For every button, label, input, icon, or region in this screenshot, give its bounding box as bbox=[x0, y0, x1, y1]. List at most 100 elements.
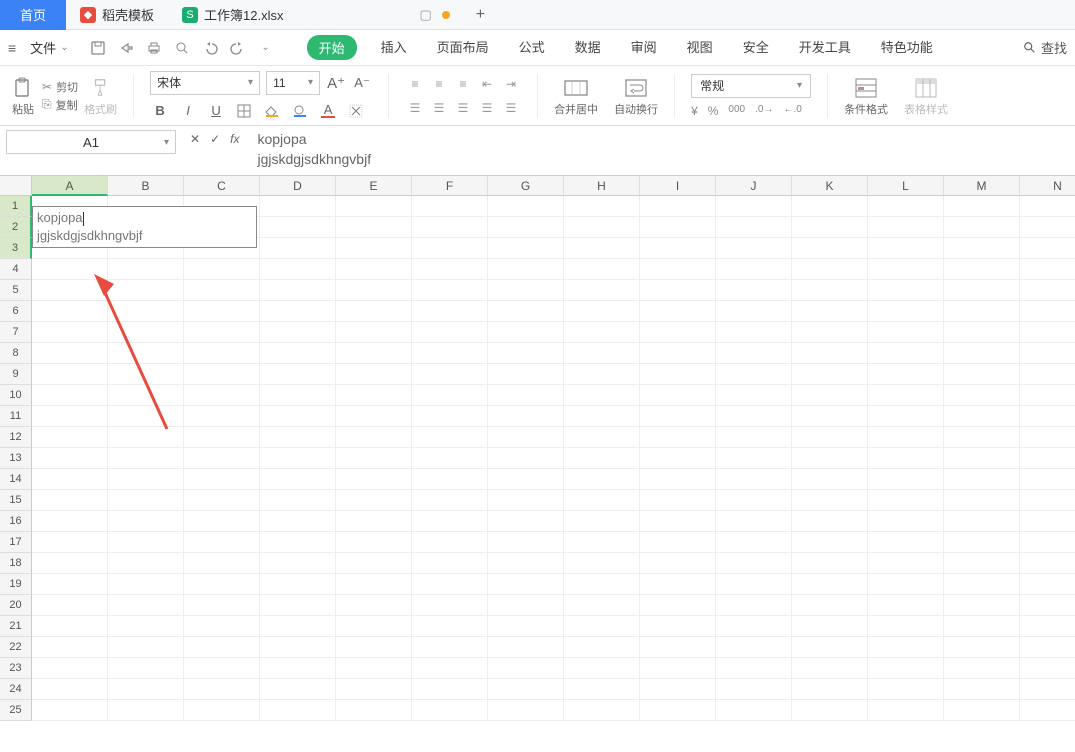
cell[interactable] bbox=[260, 217, 336, 238]
row-header-14[interactable]: 14 bbox=[0, 469, 32, 490]
cell[interactable] bbox=[716, 658, 792, 679]
cell[interactable] bbox=[792, 217, 868, 238]
cell[interactable] bbox=[184, 637, 260, 658]
cell[interactable] bbox=[108, 553, 184, 574]
ribbon-tab-security[interactable]: 安全 bbox=[737, 35, 775, 60]
cell[interactable] bbox=[260, 511, 336, 532]
cell[interactable] bbox=[488, 217, 564, 238]
cell[interactable] bbox=[108, 658, 184, 679]
cell[interactable] bbox=[184, 259, 260, 280]
cell[interactable] bbox=[260, 364, 336, 385]
cell[interactable] bbox=[260, 385, 336, 406]
align-top-icon[interactable]: ≡ bbox=[405, 74, 425, 94]
cell[interactable] bbox=[792, 700, 868, 721]
cell[interactable] bbox=[868, 385, 944, 406]
cell[interactable] bbox=[260, 616, 336, 637]
merge-cells-icon[interactable] bbox=[563, 75, 589, 101]
cell[interactable] bbox=[1020, 280, 1075, 301]
cell[interactable] bbox=[716, 343, 792, 364]
cell[interactable] bbox=[260, 553, 336, 574]
cell[interactable] bbox=[1020, 343, 1075, 364]
cell[interactable] bbox=[1020, 385, 1075, 406]
cell[interactable] bbox=[868, 280, 944, 301]
cell[interactable] bbox=[792, 448, 868, 469]
cell[interactable] bbox=[488, 637, 564, 658]
cell[interactable] bbox=[564, 574, 640, 595]
cell[interactable] bbox=[32, 280, 108, 301]
tab-home[interactable]: 首页 bbox=[0, 0, 66, 30]
cell[interactable] bbox=[108, 511, 184, 532]
row-header-5[interactable]: 5 bbox=[0, 280, 32, 301]
cell[interactable] bbox=[412, 217, 488, 238]
cell[interactable] bbox=[184, 301, 260, 322]
cell[interactable] bbox=[792, 238, 868, 259]
cell[interactable] bbox=[944, 574, 1020, 595]
cell[interactable] bbox=[1020, 259, 1075, 280]
cell[interactable] bbox=[716, 280, 792, 301]
cell[interactable] bbox=[260, 658, 336, 679]
cell[interactable] bbox=[792, 406, 868, 427]
cell[interactable] bbox=[868, 343, 944, 364]
cell[interactable] bbox=[412, 637, 488, 658]
cell[interactable] bbox=[412, 406, 488, 427]
cell[interactable] bbox=[32, 259, 108, 280]
cell[interactable] bbox=[336, 574, 412, 595]
select-all-corner[interactable] bbox=[0, 176, 32, 196]
cell[interactable] bbox=[1020, 238, 1075, 259]
col-header-K[interactable]: K bbox=[792, 176, 868, 196]
col-header-D[interactable]: D bbox=[260, 176, 336, 196]
cell[interactable] bbox=[944, 280, 1020, 301]
cell[interactable] bbox=[108, 616, 184, 637]
cell[interactable] bbox=[564, 364, 640, 385]
cell[interactable] bbox=[108, 637, 184, 658]
cell[interactable] bbox=[32, 574, 108, 595]
row-header-7[interactable]: 7 bbox=[0, 322, 32, 343]
cell[interactable] bbox=[564, 595, 640, 616]
ribbon-tab-layout[interactable]: 页面布局 bbox=[431, 35, 495, 60]
redo-icon[interactable] bbox=[229, 39, 247, 57]
cell[interactable] bbox=[640, 700, 716, 721]
cell[interactable] bbox=[640, 553, 716, 574]
cell[interactable] bbox=[1020, 364, 1075, 385]
cell[interactable] bbox=[336, 532, 412, 553]
row-header-21[interactable]: 21 bbox=[0, 616, 32, 637]
cell[interactable] bbox=[336, 343, 412, 364]
increase-font-icon[interactable]: A⁺ bbox=[326, 73, 346, 93]
cell[interactable] bbox=[868, 301, 944, 322]
cell[interactable] bbox=[944, 679, 1020, 700]
cell[interactable] bbox=[260, 490, 336, 511]
table-style-icon[interactable] bbox=[913, 75, 939, 101]
cell[interactable] bbox=[488, 532, 564, 553]
cell[interactable] bbox=[1020, 700, 1075, 721]
cell[interactable] bbox=[412, 616, 488, 637]
cell[interactable] bbox=[944, 448, 1020, 469]
cell[interactable] bbox=[488, 658, 564, 679]
cell[interactable] bbox=[336, 322, 412, 343]
cell[interactable] bbox=[944, 490, 1020, 511]
cell[interactable] bbox=[944, 343, 1020, 364]
cell[interactable] bbox=[716, 427, 792, 448]
cell[interactable] bbox=[184, 469, 260, 490]
cell[interactable] bbox=[32, 301, 108, 322]
cell[interactable] bbox=[944, 238, 1020, 259]
cell[interactable] bbox=[260, 427, 336, 448]
row-header-15[interactable]: 15 bbox=[0, 490, 32, 511]
row-header-16[interactable]: 16 bbox=[0, 511, 32, 532]
cell[interactable] bbox=[108, 322, 184, 343]
cut-label[interactable]: 剪切 bbox=[56, 79, 78, 95]
paste-icon[interactable] bbox=[10, 75, 36, 101]
cell[interactable] bbox=[336, 280, 412, 301]
col-header-G[interactable]: G bbox=[488, 176, 564, 196]
cell[interactable] bbox=[564, 490, 640, 511]
row-header-20[interactable]: 20 bbox=[0, 595, 32, 616]
cell[interactable] bbox=[108, 532, 184, 553]
align-right-icon[interactable]: ☰ bbox=[453, 98, 473, 118]
cell[interactable] bbox=[412, 658, 488, 679]
cell[interactable] bbox=[944, 196, 1020, 217]
decrease-font-icon[interactable]: A⁻ bbox=[352, 73, 372, 93]
cell[interactable] bbox=[564, 679, 640, 700]
cell[interactable] bbox=[32, 511, 108, 532]
cell[interactable] bbox=[488, 343, 564, 364]
cell[interactable] bbox=[336, 427, 412, 448]
cell[interactable] bbox=[488, 574, 564, 595]
